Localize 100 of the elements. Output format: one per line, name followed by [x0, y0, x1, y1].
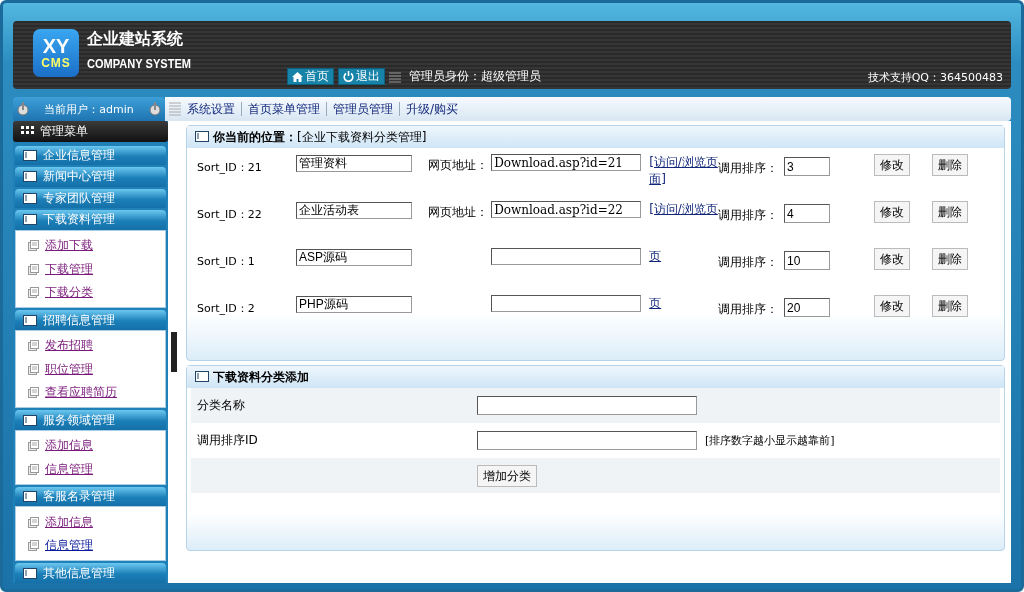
page-icon — [28, 363, 39, 375]
panel-icon — [23, 414, 37, 426]
menu-group-header[interactable]: 新闻中心管理 — [15, 167, 166, 187]
edit-button[interactable]: 修改 — [874, 295, 910, 317]
menu-link[interactable]: 信息管理 — [45, 537, 93, 555]
menu-link[interactable]: 添加信息 — [45, 513, 93, 531]
order-input[interactable]: 10 — [784, 251, 830, 270]
url-label: 网页地址： — [428, 157, 489, 174]
power-icon — [343, 71, 355, 82]
order-input[interactable]: 3 — [784, 157, 830, 176]
order-label: 调用排序： — [718, 208, 779, 224]
support-text: 技术支持QQ：364500483 — [867, 70, 1003, 85]
home-button[interactable]: 首页 — [287, 68, 335, 85]
delete-button[interactable]: 删除 — [932, 295, 968, 317]
url-label: 网页地址： — [428, 204, 489, 221]
list-icon — [169, 102, 181, 116]
visit-link[interactable]: 页 — [649, 295, 718, 312]
page-icon — [28, 240, 39, 251]
logo-icon: XY CMS — [33, 29, 79, 77]
order-label: 调用排序： — [718, 161, 779, 177]
panel-icon — [23, 314, 37, 326]
panel-title: 下载资料分类添加 — [213, 368, 309, 386]
menu-link[interactable]: 发布招聘 — [45, 337, 93, 355]
page-icon — [28, 540, 39, 552]
system-title: 企业建站系统 — [87, 29, 184, 50]
menu-group-header[interactable]: 招聘信息管理 — [15, 310, 166, 330]
page-icon — [28, 340, 39, 352]
menu-link[interactable]: 下载管理 — [45, 260, 93, 278]
delete-button[interactable]: 删除 — [932, 248, 968, 270]
panel-icon — [23, 192, 37, 204]
admin-role-text: 管理员身份：超级管理员 — [409, 68, 542, 85]
menu-group-header[interactable]: 企业信息管理 — [15, 145, 166, 166]
text-input[interactable] — [477, 431, 697, 450]
nav-link[interactable]: 系统设置 — [187, 100, 235, 118]
panel-icon — [23, 567, 37, 579]
panel-icon — [195, 131, 209, 143]
grid-icon — [21, 126, 35, 137]
menu-group-header[interactable]: 客服名录管理 — [15, 486, 166, 507]
edit-button[interactable]: 修改 — [874, 154, 910, 176]
visit-link[interactable]: [访问/浏览页面] — [649, 154, 718, 188]
sort-id-label: Sort_ID：22 — [197, 207, 263, 222]
menu-link[interactable]: 信息管理 — [45, 460, 93, 478]
panel-icon — [195, 371, 209, 383]
delete-button[interactable]: 删除 — [932, 154, 968, 176]
order-label: 调用排序： — [718, 254, 779, 271]
url-input[interactable] — [491, 248, 642, 265]
url-input[interactable] — [491, 295, 642, 312]
url-input[interactable]: Download.asp?id=22 — [491, 201, 642, 218]
panel-icon — [23, 491, 37, 503]
panel-icon — [23, 214, 37, 226]
menu-group-header[interactable]: 下载资料管理 — [15, 210, 166, 230]
panel-icon — [23, 171, 37, 183]
text-input[interactable] — [477, 396, 697, 415]
page-icon — [28, 516, 39, 528]
name-input[interactable]: 管理资料 — [296, 155, 412, 172]
ring-icon — [17, 102, 29, 116]
page-icon — [28, 263, 39, 275]
collapse-handle[interactable] — [171, 332, 177, 372]
name-input[interactable]: ASP源码 — [296, 249, 412, 266]
menu-header: 管理菜单 — [13, 121, 168, 142]
sort-id-label: Sort_ID：2 — [197, 301, 256, 316]
visit-link[interactable]: 页 — [649, 248, 718, 265]
ring-icon — [149, 102, 161, 116]
hint-text: [排序数字越小显示越靠前] — [705, 433, 835, 448]
menu-group-header[interactable]: 服务领域管理 — [15, 410, 166, 430]
edit-button[interactable]: 修改 — [874, 201, 910, 223]
menu-link[interactable]: 职位管理 — [45, 360, 93, 378]
page-icon — [28, 440, 39, 452]
page-icon — [28, 387, 39, 399]
location-text: 你当前的位置：[企业下载资料分类管理] — [213, 128, 427, 146]
add-category-button[interactable]: 增加分类 — [477, 464, 537, 487]
page-icon — [28, 463, 39, 475]
order-input[interactable]: 20 — [784, 298, 830, 317]
url-input[interactable]: Download.asp?id=21 — [491, 154, 642, 171]
list-icon — [389, 70, 402, 83]
menu-link[interactable]: 查看应聘简历 — [45, 384, 117, 402]
system-subtitle: COMPANY SYSTEM — [87, 56, 191, 71]
name-input[interactable]: PHP源码 — [296, 296, 412, 313]
name-input[interactable]: 企业活动表 — [296, 202, 412, 219]
order-label: 调用排序： — [718, 301, 779, 318]
nav-link[interactable]: 升级/购买 — [406, 100, 459, 118]
field-label: 分类名称 — [197, 397, 246, 414]
panel-icon — [23, 149, 37, 161]
visit-link[interactable]: [访问/浏览页 — [649, 201, 718, 218]
logout-button[interactable]: 退出 — [338, 68, 386, 85]
menu-link[interactable]: 下载分类 — [45, 284, 93, 301]
home-icon — [292, 71, 304, 82]
nav-link[interactable]: 首页菜单管理 — [248, 100, 320, 118]
page-icon — [28, 287, 39, 298]
nav-link[interactable]: 管理员管理 — [333, 100, 393, 118]
sort-id-label: Sort_ID：1 — [197, 254, 256, 269]
current-user-text: 当前用户：admin — [44, 101, 134, 117]
sort-id-label: Sort_ID：21 — [197, 160, 263, 175]
menu-link[interactable]: 添加信息 — [45, 437, 93, 455]
menu-link[interactable]: 添加下载 — [45, 237, 93, 254]
order-input[interactable]: 4 — [784, 204, 830, 223]
menu-group-header[interactable]: 其他信息管理 — [15, 563, 166, 583]
edit-button[interactable]: 修改 — [874, 248, 910, 270]
field-label: 调用排序ID — [197, 432, 259, 449]
delete-button[interactable]: 删除 — [932, 201, 968, 223]
